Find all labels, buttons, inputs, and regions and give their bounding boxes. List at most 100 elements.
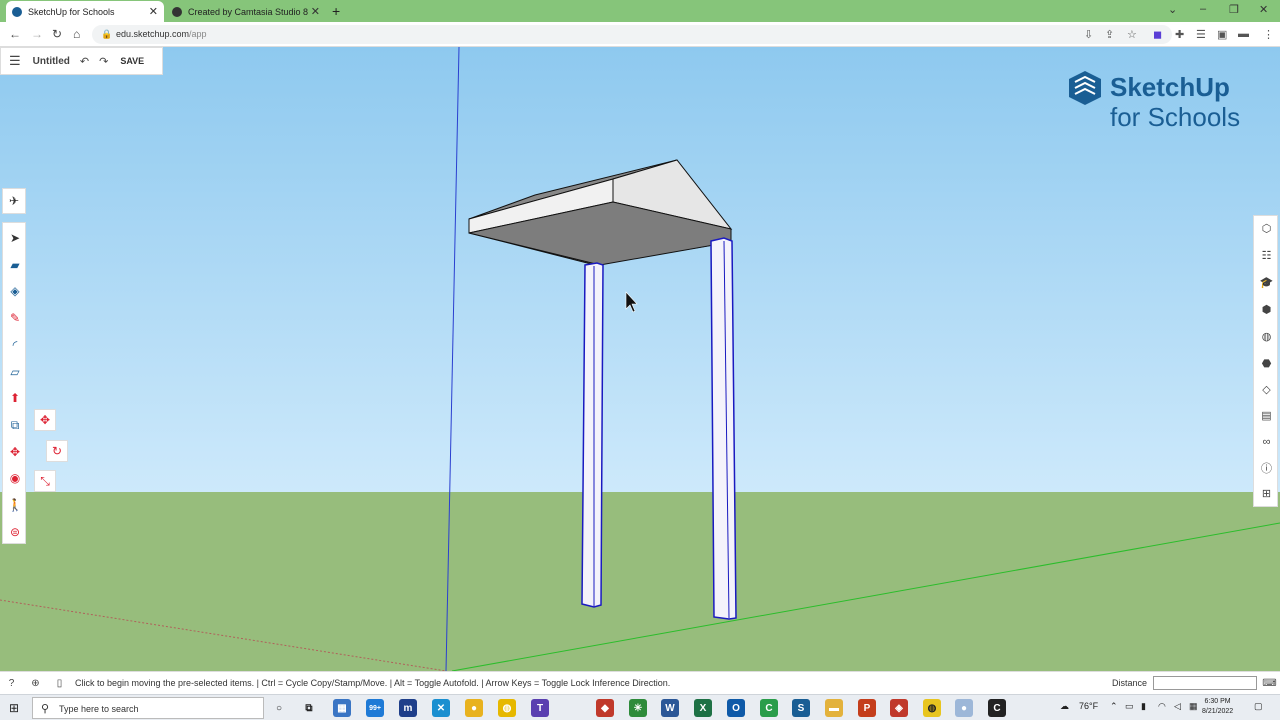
red-tool-icon[interactable]: ◈ (890, 699, 908, 717)
profile-icon[interactable]: ▬ (1238, 28, 1249, 40)
excel-icon[interactable]: X (694, 699, 712, 717)
clock[interactable]: 6:30 PM 8/21/2022 (1202, 697, 1233, 717)
section-plane-icon[interactable]: ⊜ (6, 523, 24, 541)
mail-icon[interactable]: 99+ (366, 699, 384, 717)
redo-icon[interactable]: ↷ (99, 55, 108, 68)
3d-warehouse-icon[interactable]: ⬣ (1258, 355, 1275, 372)
move-tool-icon[interactable]: ✥ (6, 443, 24, 461)
side-panel-icon[interactable]: ▣ (1217, 28, 1227, 41)
battery-icon[interactable]: ▮ (1141, 701, 1146, 712)
new-tab-button[interactable]: + (332, 3, 340, 19)
minimize-icon[interactable]: – (1200, 3, 1206, 15)
close-tab-icon[interactable]: ✕ (311, 5, 320, 18)
extension-c-icon[interactable]: ◼ (1153, 28, 1162, 41)
walk-tool-icon[interactable]: 🚶 (6, 496, 24, 514)
tray-chevron-icon[interactable]: ⌃ (1110, 701, 1118, 712)
wifi-icon[interactable]: ◠ (1158, 701, 1166, 712)
rotate-flyout-icon[interactable]: ↻ (46, 440, 68, 462)
red-app-icon[interactable]: ◆ (596, 699, 614, 717)
m-app-icon[interactable]: m (399, 699, 417, 717)
red-axis-dotted (0, 599, 447, 671)
word-icon[interactable]: W (661, 699, 679, 717)
tab-search-icon[interactable]: ⌄ (1168, 3, 1177, 16)
cortana-icon[interactable]: ○ (270, 699, 288, 717)
modeling-viewport[interactable] (0, 47, 1280, 671)
scale-flyout-icon[interactable]: ⤡ (34, 470, 56, 492)
outliner-icon[interactable]: ☷ (1258, 247, 1275, 264)
volume-icon[interactable]: ◁ (1174, 701, 1181, 712)
mouse-icon[interactable]: ▯ (52, 676, 67, 691)
tab-camtasia[interactable]: Created by Camtasia Studio 8 ✕ (166, 1, 326, 22)
move-flyout-icon[interactable]: ✥ (34, 409, 56, 431)
arc-tool-icon[interactable]: ◜ (6, 336, 24, 354)
green-app-icon[interactable]: ✳ (629, 699, 647, 717)
network-icon[interactable]: ▭ (1125, 701, 1134, 712)
help-icon[interactable]: ? (4, 676, 19, 691)
reading-list-icon[interactable]: ☰ (1196, 28, 1206, 41)
left-pillar[interactable] (581, 262, 604, 608)
temperature-label[interactable]: 76°F (1079, 701, 1098, 711)
globe-icon[interactable]: ⊕ (28, 676, 43, 691)
x-app-icon[interactable]: ✕ (432, 699, 450, 717)
model-scene[interactable] (0, 47, 1280, 671)
undo-icon[interactable]: ↶ (80, 55, 89, 68)
install-icon[interactable]: ⇩ (1084, 28, 1093, 41)
entity-info-icon[interactable]: ⬡ (1258, 220, 1275, 237)
display-glasses-icon[interactable]: ∞ (1258, 433, 1275, 450)
info-icon[interactable]: ⓘ (1258, 459, 1275, 476)
taskbar-search-box[interactable]: ⚲ Type here to search (32, 697, 264, 719)
c-app-icon[interactable]: C (988, 699, 1006, 717)
windows-start-icon[interactable]: ⊞ (9, 701, 19, 715)
pencil-tool-icon[interactable]: ✎ (6, 309, 24, 327)
bookmark-star-icon[interactable]: ☆ (1127, 28, 1137, 41)
roof-slab[interactable] (468, 159, 733, 266)
chrome-icon[interactable]: ● (465, 699, 483, 717)
scenes-icon[interactable]: ▤ (1258, 407, 1275, 424)
url-field[interactable]: 🔒 edu.sketchup.com/app (92, 25, 1172, 44)
save-button[interactable]: SAVE (120, 56, 144, 66)
file-explorer-icon[interactable]: ▬ (825, 699, 843, 717)
reload-icon[interactable]: ↻ (52, 27, 62, 41)
chrome-active-icon[interactable]: ● (955, 699, 973, 717)
task-view-icon[interactable]: ⧉ (300, 699, 318, 717)
tape-measure-icon[interactable]: ◉ (6, 469, 24, 487)
close-window-icon[interactable]: ✕ (1259, 3, 1268, 16)
distance-input[interactable] (1153, 676, 1257, 690)
right-pillar[interactable] (710, 237, 737, 620)
camtasia-icon[interactable]: C (760, 699, 778, 717)
notification-icon[interactable]: ▢ (1254, 701, 1263, 712)
close-tab-icon[interactable]: ✕ (149, 5, 158, 18)
extensions-puzzle-icon[interactable]: ✚ (1175, 28, 1184, 41)
share-icon[interactable]: ⇪ (1105, 28, 1114, 41)
components-icon[interactable]: ⬢ (1258, 301, 1275, 318)
home-icon[interactable]: ⌂ (73, 27, 80, 41)
tab-sketchup[interactable]: SketchUp for Schools ✕ (6, 1, 164, 22)
instructor-icon[interactable]: 🎓 (1258, 274, 1275, 291)
language-icon[interactable]: ▦ (1189, 701, 1198, 712)
offset-tool-icon[interactable]: ⧉ (6, 416, 24, 434)
document-title[interactable]: Untitled (33, 56, 70, 67)
materials-icon[interactable]: ◍ (1258, 328, 1275, 345)
weather-icon[interactable]: ☁ (1060, 701, 1069, 712)
yellow-app-icon[interactable]: ◍ (923, 699, 941, 717)
rectangle-tool-icon[interactable]: ▱ (6, 363, 24, 381)
maximize-icon[interactable]: ❐ (1229, 3, 1239, 16)
select-tool-icon[interactable]: ➤ (6, 229, 24, 247)
paint-bucket-icon[interactable]: ◈ (6, 282, 24, 300)
hamburger-menu-icon[interactable]: ☰ (9, 53, 21, 69)
powerpoint-icon[interactable]: P (858, 699, 876, 717)
push-pull-icon[interactable]: ⬆ (6, 389, 24, 407)
tags-icon[interactable]: ◇ (1258, 381, 1275, 398)
outlook-icon[interactable]: O (727, 699, 745, 717)
keyboard-icon[interactable]: ⌨ (1262, 676, 1277, 691)
store-icon[interactable]: ▦ (333, 699, 351, 717)
back-icon[interactable]: ← (9, 27, 21, 41)
search-tool-button[interactable]: ✈ (2, 188, 26, 214)
sticky-app-icon[interactable]: ◍ (498, 699, 516, 717)
extensions-icon[interactable]: ⊞ (1258, 485, 1275, 502)
forward-icon[interactable]: → (31, 27, 43, 41)
sketchup-app-icon[interactable]: S (792, 699, 810, 717)
eraser-tool-icon[interactable]: ▰ (6, 256, 24, 274)
teams-icon[interactable]: T (531, 699, 549, 717)
more-menu-icon[interactable]: ⋮ (1263, 28, 1274, 41)
